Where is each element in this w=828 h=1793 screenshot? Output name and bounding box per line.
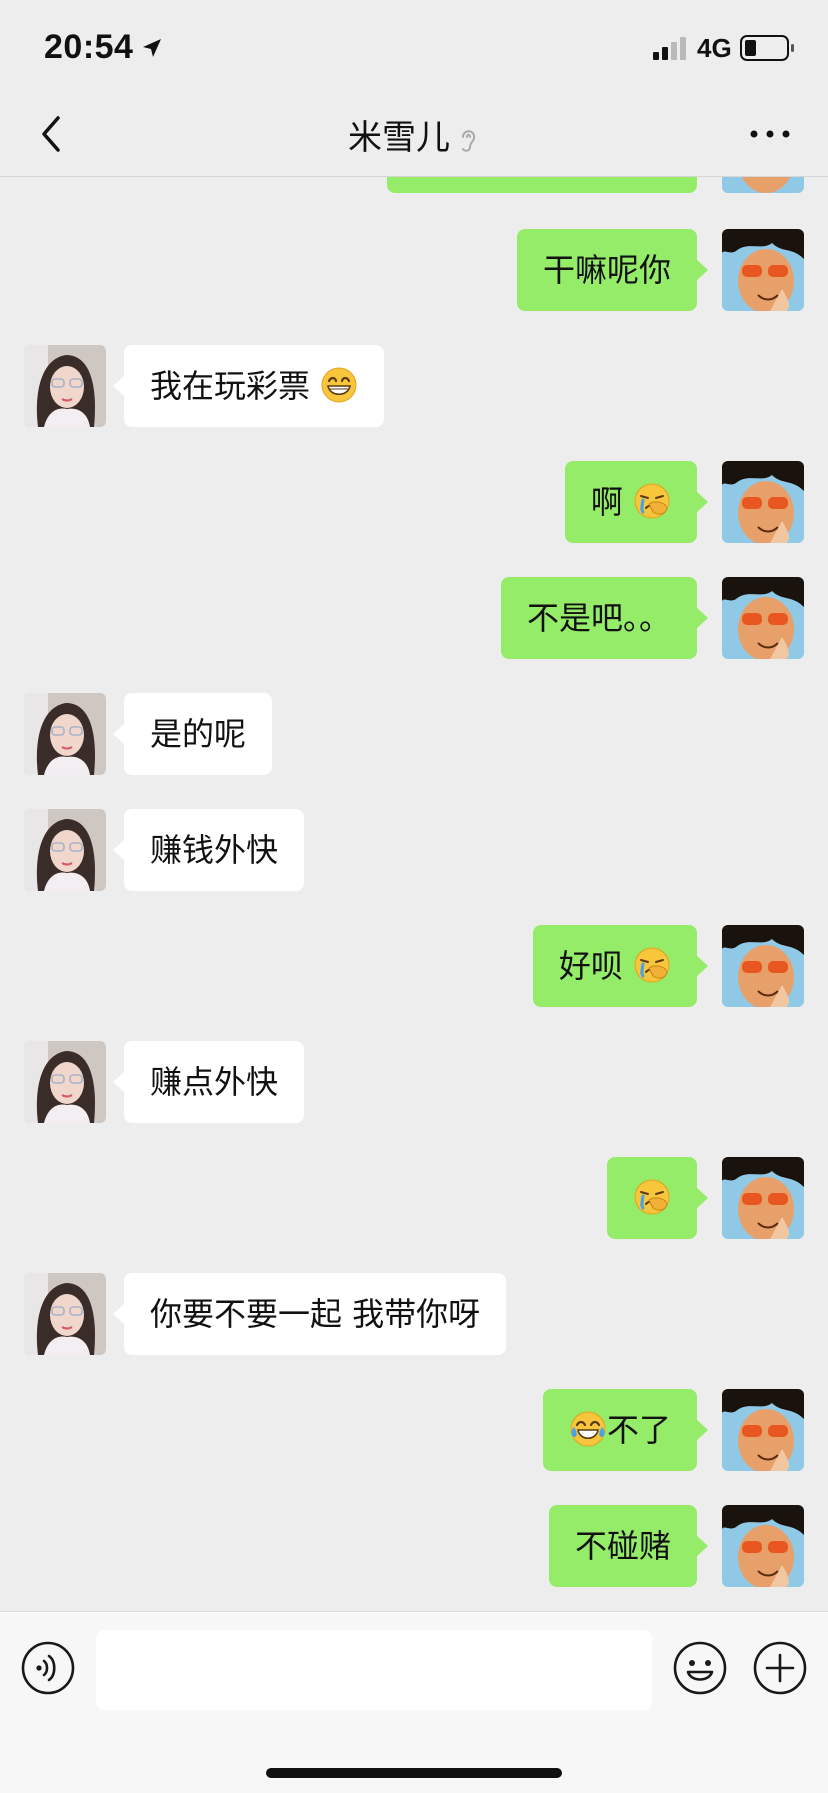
avatar-self[interactable] — [722, 1389, 804, 1471]
message-text: 不是吧。。 — [526, 599, 671, 637]
message-bubble[interactable]: 不碰赌 — [548, 1505, 709, 1587]
message-bubble[interactable]: 好呗 — [532, 925, 709, 1007]
message-input[interactable] — [96, 1630, 652, 1710]
chat-title: 米雪儿 — [0, 110, 828, 159]
message-text: 你要不要一起 我带你呀 — [150, 1295, 481, 1333]
message-text: 好呗 — [558, 947, 623, 985]
grin-emoji-icon — [321, 367, 357, 403]
contact-name: 米雪儿 — [348, 118, 450, 158]
message-row-incoming: 你要不要一起 我带你呀 — [0, 1273, 828, 1357]
avatar-contact[interactable] — [24, 1041, 106, 1123]
avatar-self[interactable] — [722, 1157, 804, 1239]
avatar-self[interactable] — [722, 1505, 804, 1587]
message-text: 不碰赌 — [574, 1527, 671, 1565]
facepalm-emoji-icon — [634, 1179, 670, 1215]
message-text: 我在玩彩票 — [150, 367, 311, 405]
message-text: 不了 — [606, 1411, 671, 1449]
message-bubble[interactable]: 赚点外快 — [112, 1041, 305, 1123]
message-bubble[interactable]: 赚钱外快 — [112, 809, 305, 891]
message-text: 赚钱外快 — [150, 831, 279, 869]
message-row-outgoing: 不碰赌 — [0, 1505, 828, 1589]
message-bubble[interactable]: 你要不要一起 我带你呀 — [112, 1273, 507, 1355]
avatar-self[interactable] — [722, 461, 804, 543]
home-indicator[interactable] — [266, 1768, 562, 1778]
message-bubble[interactable]: 干嘛呢你 — [516, 229, 709, 311]
status-time: 20:54 — [44, 28, 134, 66]
message-bubble[interactable]: 我在玩彩票 — [112, 345, 385, 427]
chat-message-list[interactable]: 干嘛呢你 我在玩彩票 啊 不是吧。。 是的呢 赚钱外快 好呗 赚点外快 你要不要… — [0, 177, 828, 1611]
nav-bar: 米雪儿 — [0, 92, 828, 177]
message-row-incoming: 赚钱外快 — [0, 809, 828, 893]
avatar-self[interactable] — [722, 925, 804, 1007]
message-row-outgoing: 不是吧。。 — [0, 577, 828, 661]
message-row-outgoing: 不了 — [0, 1389, 828, 1473]
status-bar: 20:54 4G — [0, 0, 828, 92]
ear-icon — [462, 129, 476, 152]
message-row-incoming: 是的呢 — [0, 693, 828, 777]
message-row-outgoing: 啊 — [0, 461, 828, 545]
message-row-outgoing — [0, 177, 828, 195]
message-bubble[interactable]: 不是吧。。 — [500, 577, 709, 659]
tears-of-joy-emoji-icon — [570, 1411, 606, 1447]
signal-icon — [653, 37, 686, 60]
message-bubble[interactable]: 啊 — [564, 461, 709, 543]
message-bubble[interactable]: 是的呢 — [112, 693, 273, 775]
emoji-icon[interactable] — [672, 1640, 728, 1696]
more-dots-icon[interactable] — [748, 122, 792, 146]
avatar-contact[interactable] — [24, 693, 106, 775]
battery-icon — [740, 35, 794, 61]
avatar-contact[interactable] — [24, 345, 106, 427]
message-bubble[interactable] — [387, 177, 697, 193]
message-text: 赚点外快 — [150, 1063, 279, 1101]
location-arrow-icon — [143, 39, 161, 57]
input-bar — [0, 1611, 828, 1793]
message-text: 啊 — [590, 483, 623, 521]
plus-icon[interactable] — [752, 1640, 808, 1696]
avatar-self[interactable] — [722, 229, 804, 311]
message-row-outgoing — [0, 1157, 828, 1241]
message-row-outgoing: 干嘛呢你 — [0, 229, 828, 313]
message-text: 是的呢 — [150, 715, 247, 753]
message-text: 干嘛呢你 — [542, 251, 671, 289]
avatar-self[interactable] — [722, 577, 804, 659]
facepalm-emoji-icon — [634, 947, 670, 983]
message-row-incoming: 赚点外快 — [0, 1041, 828, 1125]
facepalm-emoji-icon — [634, 483, 670, 519]
network-label: 4G — [697, 33, 732, 63]
message-row-incoming: 我在玩彩票 — [0, 345, 828, 429]
message-bubble[interactable] — [607, 1157, 708, 1239]
avatar-contact[interactable] — [24, 1273, 106, 1355]
message-row-outgoing: 好呗 — [0, 925, 828, 1009]
avatar-contact[interactable] — [24, 809, 106, 891]
avatar-self[interactable] — [722, 177, 804, 193]
voice-icon[interactable] — [20, 1640, 76, 1696]
message-bubble[interactable]: 不了 — [542, 1389, 709, 1471]
